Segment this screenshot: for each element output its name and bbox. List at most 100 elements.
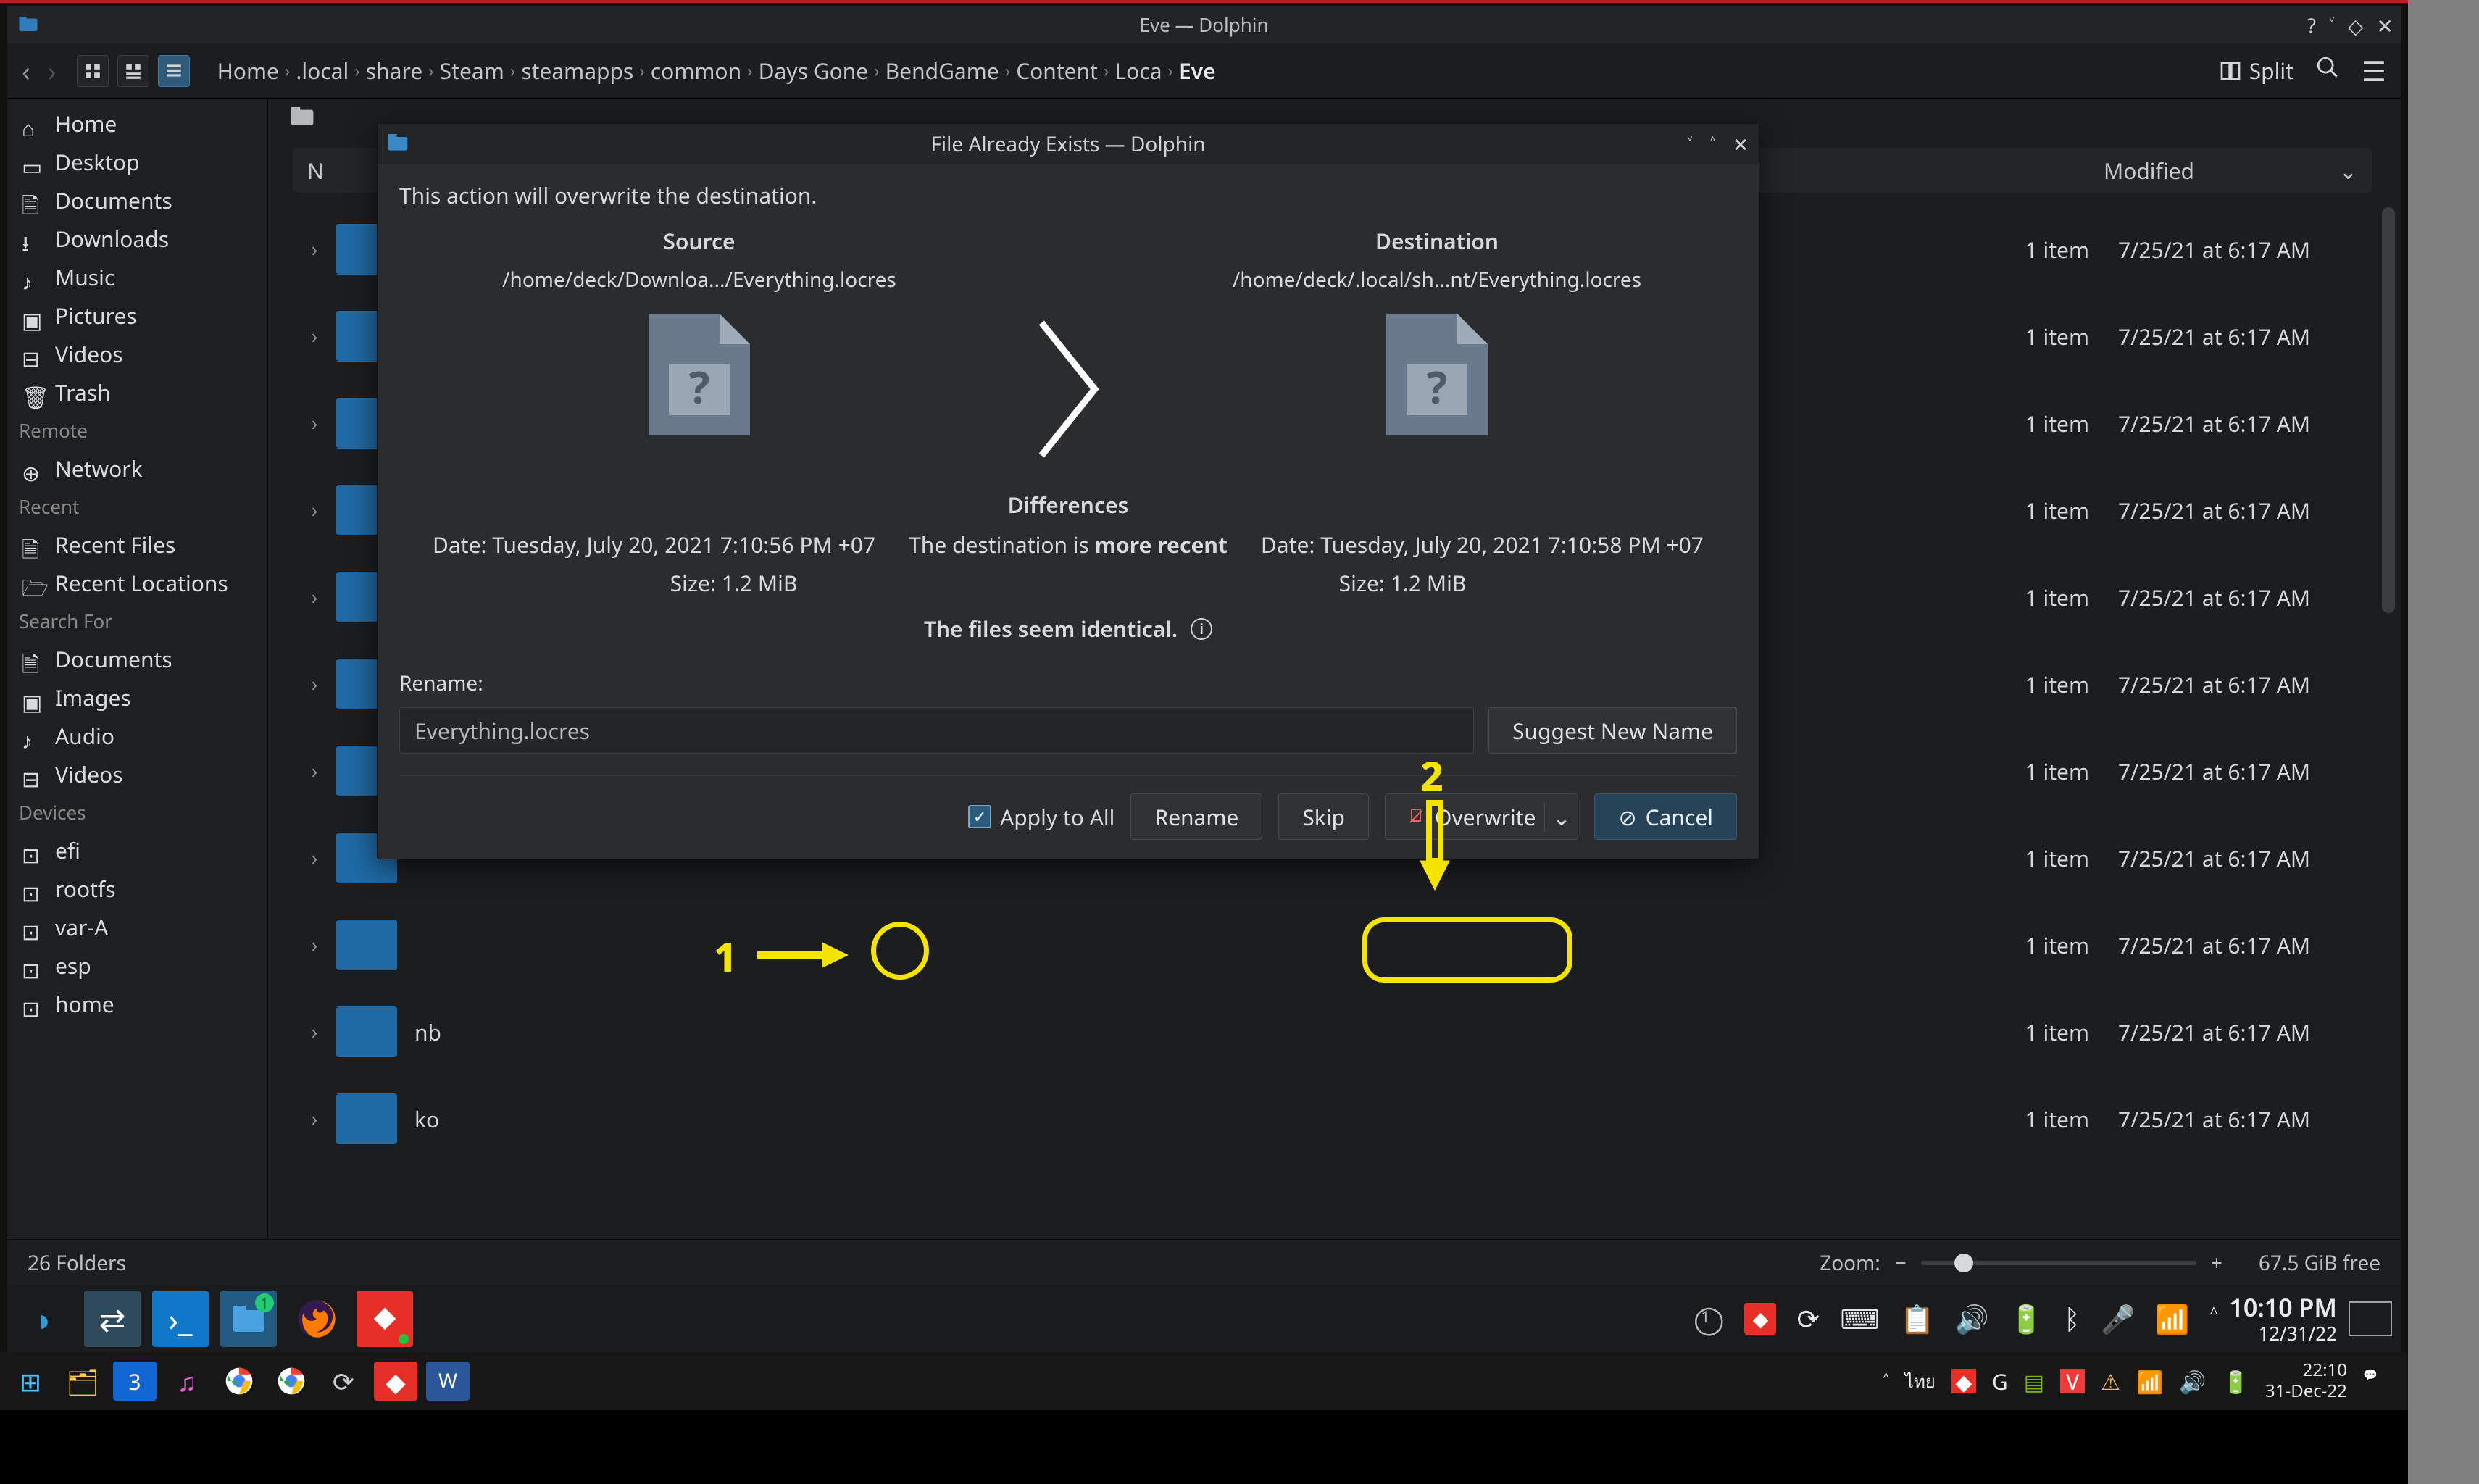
menu-icon[interactable]: ☰ bbox=[2362, 52, 2386, 90]
breadcrumb-segment[interactable]: steamapps bbox=[521, 56, 633, 86]
wt-battery-icon[interactable]: 🔋 bbox=[2222, 1367, 2249, 1396]
tray-clipboard-icon[interactable]: 📋 bbox=[1900, 1300, 1934, 1338]
expand-icon[interactable]: › bbox=[293, 757, 336, 785]
kde-clock[interactable]: 10:10 PM 12/31/22 bbox=[2229, 1293, 2337, 1345]
firefox-icon[interactable] bbox=[288, 1291, 345, 1347]
tray-wifi-icon[interactable]: 📶 bbox=[2155, 1300, 2189, 1338]
dialog-min-icon[interactable]: ˅ bbox=[1687, 131, 1692, 157]
sidebar-item[interactable]: ▣Images bbox=[7, 678, 267, 717]
wt-security-icon[interactable]: ⚠ bbox=[2101, 1367, 2120, 1396]
wt-anydesk-icon[interactable]: ◆ bbox=[1951, 1369, 1976, 1393]
win-chrome1-icon[interactable] bbox=[217, 1362, 261, 1401]
dialog-max-icon[interactable]: ˄ bbox=[1710, 131, 1715, 157]
col-modified[interactable]: Modified ⌄ bbox=[2089, 156, 2372, 186]
expand-icon[interactable]: › bbox=[293, 235, 336, 263]
close-icon[interactable]: ✕ bbox=[2377, 12, 2393, 40]
wt-wifi-icon[interactable]: 📶 bbox=[2136, 1367, 2163, 1396]
zoom-in-icon[interactable]: + bbox=[2211, 1249, 2222, 1277]
expand-icon[interactable]: › bbox=[293, 583, 336, 611]
konsole-icon[interactable]: ›_ bbox=[152, 1291, 209, 1347]
minimise-icon[interactable]: ˅ bbox=[2329, 12, 2335, 40]
breadcrumb-segment[interactable]: Loca bbox=[1114, 56, 1162, 86]
tray-expand-icon[interactable]: ˄ bbox=[2210, 1300, 2218, 1338]
zoom-out-icon[interactable]: − bbox=[1895, 1249, 1907, 1277]
win-3cx-icon[interactable]: 3 bbox=[113, 1362, 157, 1401]
wt-sound-icon[interactable]: 🔊 bbox=[2179, 1367, 2206, 1396]
breadcrumb-segment[interactable]: Steam bbox=[440, 56, 504, 86]
sidebar-item[interactable]: 🗎Recent Files bbox=[7, 525, 267, 564]
expand-icon[interactable]: › bbox=[293, 670, 336, 698]
tray-battery-icon[interactable]: 🔋 bbox=[2009, 1300, 2043, 1338]
table-row[interactable]: ›ko1 item7/25/21 at 6:17 AM bbox=[293, 1075, 2372, 1162]
breadcrumb-segment[interactable]: share bbox=[366, 56, 422, 86]
breadcrumb-segment[interactable]: Eve bbox=[1179, 56, 1216, 86]
table-row[interactable]: ›1 item7/25/21 at 6:17 AM bbox=[293, 901, 2372, 988]
sidebar-item[interactable]: 🗎Documents bbox=[7, 640, 267, 678]
expand-icon[interactable]: › bbox=[293, 496, 336, 524]
view-icons-button[interactable] bbox=[77, 55, 109, 87]
overwrite-button[interactable]: Overwrite ⌄ bbox=[1385, 793, 1578, 840]
expand-icon[interactable]: › bbox=[293, 409, 336, 437]
skip-button[interactable]: Skip bbox=[1278, 793, 1369, 840]
settings-shortcut-icon[interactable]: ⇄ bbox=[84, 1291, 141, 1347]
sidebar-item[interactable]: ⊕Network bbox=[7, 449, 267, 488]
show-desktop-button[interactable] bbox=[2349, 1301, 2392, 1336]
sidebar-item[interactable]: ⌂Home bbox=[7, 104, 267, 143]
sidebar-item[interactable]: ♪Music bbox=[7, 258, 267, 296]
view-compact-button[interactable] bbox=[117, 55, 149, 87]
rename-button[interactable]: Rename bbox=[1130, 793, 1262, 840]
rename-input[interactable] bbox=[399, 707, 1474, 754]
path-folder-icon[interactable] bbox=[290, 106, 314, 130]
breadcrumb-segment[interactable]: .local bbox=[296, 56, 349, 86]
sidebar-item[interactable]: ⊡var-A bbox=[7, 908, 267, 946]
expand-icon[interactable]: › bbox=[293, 322, 336, 350]
breadcrumb-segment[interactable]: Home bbox=[217, 56, 279, 86]
anydesk-icon[interactable] bbox=[357, 1291, 413, 1347]
cancel-button[interactable]: ⊘ Cancel bbox=[1594, 793, 1737, 840]
sidebar-item[interactable]: ⊟Videos bbox=[7, 755, 267, 793]
expand-icon[interactable]: › bbox=[293, 1105, 336, 1133]
breadcrumb[interactable]: Home›.local›share›Steam›steamapps›common… bbox=[217, 56, 2206, 86]
sidebar-item[interactable]: ⊡efi bbox=[7, 831, 267, 870]
expand-icon[interactable]: › bbox=[293, 931, 336, 959]
win-anydesk-icon[interactable]: ◆ bbox=[374, 1362, 417, 1401]
win-chrome2-icon[interactable] bbox=[270, 1362, 313, 1401]
dialog-close-icon[interactable]: ✕ bbox=[1733, 131, 1749, 157]
win-clock[interactable]: 22:10 31-Dec-22 bbox=[2258, 1360, 2354, 1402]
breadcrumb-segment[interactable]: BendGame bbox=[886, 56, 999, 86]
wt-vivaldi-icon[interactable]: V bbox=[2060, 1369, 2085, 1393]
tray-updates-icon[interactable]: ◯1 bbox=[1693, 1300, 1725, 1338]
table-row[interactable]: ›nb1 item7/25/21 at 6:17 AM bbox=[293, 988, 2372, 1075]
wt-lang-icon[interactable]: ไทย bbox=[1905, 1367, 1936, 1396]
tray-keyboard-icon[interactable]: ⌨ bbox=[1840, 1300, 1880, 1338]
sidebar-item[interactable]: ⊡rootfs bbox=[7, 870, 267, 908]
sidebar-item[interactable]: ⊟Videos bbox=[7, 335, 267, 373]
apply-all-checkbox[interactable]: ✓ bbox=[968, 805, 991, 828]
help-icon[interactable]: ? bbox=[2307, 12, 2316, 40]
expand-icon[interactable]: › bbox=[293, 1018, 336, 1046]
win-start-icon[interactable]: ⊞ bbox=[9, 1362, 52, 1401]
wt-google-icon[interactable]: G bbox=[1992, 1367, 2008, 1396]
zoom-slider[interactable] bbox=[1921, 1261, 2196, 1265]
breadcrumb-segment[interactable]: common bbox=[651, 56, 741, 86]
maximise-icon[interactable]: ◇ bbox=[2348, 12, 2364, 40]
sidebar-item[interactable]: 🗎Documents bbox=[7, 181, 267, 220]
wt-nvidia-icon[interactable]: ▤ bbox=[2024, 1367, 2044, 1396]
info-icon[interactable]: i bbox=[1191, 618, 1212, 640]
sidebar-item[interactable]: 🗑Trash bbox=[7, 373, 267, 412]
tray-volume-icon[interactable]: 🔊 bbox=[1955, 1300, 1989, 1338]
breadcrumb-segment[interactable]: Days Gone bbox=[759, 56, 869, 86]
tray-anydesk-icon[interactable]: ◆ bbox=[1744, 1303, 1776, 1335]
apply-all-label[interactable]: Apply to All bbox=[1000, 802, 1114, 832]
wt-chevron-icon[interactable]: ˄ bbox=[1883, 1367, 1889, 1396]
sidebar-item[interactable]: ⊡esp bbox=[7, 946, 267, 985]
sidebar-item[interactable]: 🗁Recent Locations bbox=[7, 564, 267, 602]
nav-forward-icon[interactable]: › bbox=[48, 52, 57, 90]
tray-steam-icon[interactable]: ⟳ bbox=[1796, 1300, 1820, 1338]
tray-mic-muted-icon[interactable]: 🎤 bbox=[2101, 1300, 2135, 1338]
expand-icon[interactable]: › bbox=[293, 844, 336, 872]
scrollbar[interactable] bbox=[2382, 207, 2395, 613]
suggest-name-button[interactable]: Suggest New Name bbox=[1488, 707, 1737, 754]
dolphin-taskbar-icon[interactable]: 1 bbox=[220, 1291, 277, 1347]
sidebar-item[interactable]: ▣Pictures bbox=[7, 296, 267, 335]
